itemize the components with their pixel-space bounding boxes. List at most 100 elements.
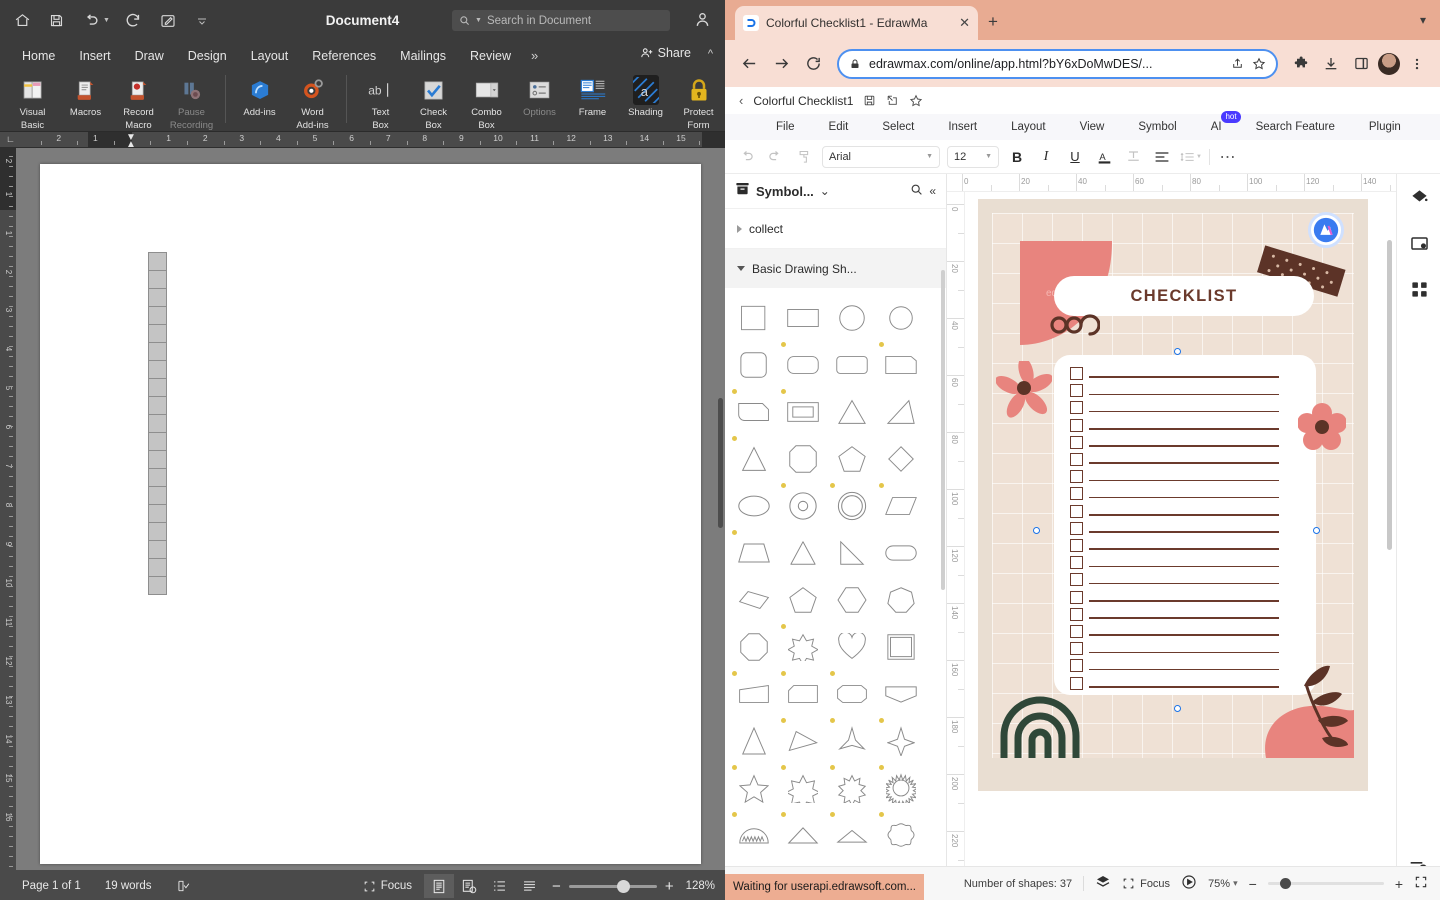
checkbox-form-field[interactable] bbox=[148, 558, 167, 577]
edit-mode-icon[interactable] bbox=[158, 11, 178, 31]
macros-button[interactable]: Macros bbox=[59, 73, 112, 118]
chevron-down-icon[interactable]: ▾ bbox=[1420, 13, 1426, 27]
octagon-rect-shape[interactable] bbox=[827, 670, 876, 717]
tab-layout[interactable]: Layout bbox=[239, 46, 301, 66]
frame-button[interactable]: Frame bbox=[566, 73, 619, 118]
checklist-checkbox[interactable] bbox=[1070, 419, 1083, 432]
apps-grid-icon[interactable] bbox=[1397, 266, 1440, 312]
customize-toolbar-icon[interactable] bbox=[192, 11, 212, 31]
checklist-row[interactable] bbox=[1070, 539, 1279, 552]
checklist-row[interactable] bbox=[1070, 453, 1279, 466]
triangle-rounded-shape[interactable] bbox=[778, 529, 827, 576]
format-painter-icon[interactable] bbox=[793, 146, 815, 168]
forward-arrow-icon[interactable] bbox=[767, 50, 795, 78]
checklist-checkbox[interactable] bbox=[1070, 401, 1083, 414]
checklist-row[interactable] bbox=[1070, 367, 1279, 380]
menu-edit[interactable]: Edit bbox=[812, 121, 866, 133]
word-horizontal-ruler[interactable]: ∟ ▼ ▲ 21123456789101112131415 bbox=[0, 132, 725, 148]
checklist-checkbox[interactable] bbox=[1070, 367, 1083, 380]
edraw-zoom-in[interactable]: + bbox=[1395, 876, 1403, 892]
menu-view[interactable]: View bbox=[1063, 121, 1122, 133]
checklist-row[interactable] bbox=[1070, 436, 1279, 449]
checkbox-form-field[interactable] bbox=[148, 540, 167, 559]
undo-icon[interactable] bbox=[735, 146, 757, 168]
pentagon-2-shape[interactable] bbox=[778, 576, 827, 623]
library-item-collect[interactable]: collect bbox=[725, 208, 946, 248]
avatar[interactable] bbox=[1378, 53, 1400, 75]
visual-basic-button[interactable]: Visual Basic bbox=[6, 73, 59, 131]
more-options-icon[interactable]: ⋯ bbox=[1217, 146, 1239, 168]
checklist-write-line[interactable] bbox=[1089, 376, 1279, 378]
checklist-checkbox[interactable] bbox=[1070, 522, 1083, 535]
ring-shape[interactable] bbox=[827, 482, 876, 529]
rounded-rectangle-shape[interactable] bbox=[778, 341, 827, 388]
selection-handle-left[interactable] bbox=[1033, 527, 1040, 534]
checkbox-form-field[interactable] bbox=[148, 252, 167, 271]
menu-select[interactable]: Select bbox=[865, 121, 931, 133]
trapezoid-shape[interactable] bbox=[729, 529, 778, 576]
pink-daisy-flower[interactable] bbox=[996, 361, 1052, 419]
edraw-zoom-out[interactable]: − bbox=[1249, 876, 1257, 892]
zoom-in-button[interactable]: + bbox=[665, 878, 674, 895]
word-page[interactable] bbox=[40, 164, 701, 864]
checkbox-form-field[interactable] bbox=[148, 360, 167, 379]
font-size-select[interactable]: 12 ▼ bbox=[947, 146, 999, 168]
circle-shape[interactable] bbox=[827, 294, 876, 341]
rhombus-shape[interactable] bbox=[729, 576, 778, 623]
tab-references[interactable]: References bbox=[300, 46, 388, 66]
font-family-select[interactable]: Arial ▼ bbox=[822, 146, 940, 168]
ellipse-circle-shape[interactable] bbox=[876, 294, 925, 341]
favorite-star-icon[interactable] bbox=[909, 94, 923, 108]
checklist-write-line[interactable] bbox=[1089, 394, 1279, 396]
right-triangle-shape[interactable] bbox=[876, 388, 925, 435]
combo-box-button[interactable]: Combo Box bbox=[460, 73, 513, 131]
checkbox-form-field[interactable] bbox=[148, 396, 167, 415]
artboard[interactable]: edrawsoft bbox=[978, 199, 1368, 791]
checklist-checkbox[interactable] bbox=[1070, 573, 1083, 586]
checkbox-form-field[interactable] bbox=[148, 450, 167, 469]
panel-scrollbar[interactable] bbox=[941, 270, 945, 590]
tab-review[interactable]: Review bbox=[458, 46, 523, 66]
checklist-checkbox[interactable] bbox=[1070, 539, 1083, 552]
octagon-shape[interactable] bbox=[729, 623, 778, 670]
protect-form-button[interactable]: Protect Form bbox=[672, 73, 725, 131]
checklist-row[interactable] bbox=[1070, 419, 1279, 432]
checklist-write-line[interactable] bbox=[1089, 548, 1279, 550]
edrawmax-logo-icon[interactable] bbox=[1308, 212, 1344, 248]
edraw-zoom-slider[interactable] bbox=[1268, 882, 1384, 885]
checkbox-form-field[interactable] bbox=[148, 576, 167, 595]
isoceles-triangle-shape[interactable] bbox=[729, 435, 778, 482]
checkbox-form-field[interactable] bbox=[148, 414, 167, 433]
checklist-row[interactable] bbox=[1070, 487, 1279, 500]
checkbox-form-field[interactable] bbox=[148, 342, 167, 361]
six-point-star-shape[interactable] bbox=[778, 764, 827, 811]
low-arch-shape[interactable] bbox=[827, 811, 876, 858]
new-tab-button[interactable]: + bbox=[988, 12, 998, 32]
checklist-checkbox[interactable] bbox=[1070, 625, 1083, 638]
cloud-gear-shape[interactable] bbox=[876, 811, 925, 858]
add-ins-button[interactable]: Add-ins bbox=[233, 73, 286, 118]
scalene-triangle-shape[interactable] bbox=[778, 717, 827, 764]
rounded-square-shape[interactable] bbox=[729, 341, 778, 388]
checklist-row[interactable] bbox=[1070, 384, 1279, 397]
font-color-icon[interactable]: A bbox=[1093, 146, 1115, 168]
pink-blob-with-leaves[interactable] bbox=[1242, 648, 1354, 758]
checklist-write-line[interactable] bbox=[1089, 583, 1279, 585]
search-icon[interactable] bbox=[910, 183, 923, 199]
heart-shape[interactable] bbox=[827, 623, 876, 670]
checklist-write-line[interactable] bbox=[1089, 634, 1279, 636]
save-icon[interactable] bbox=[863, 94, 876, 107]
sunburst-shape[interactable] bbox=[876, 764, 925, 811]
view-web-layout[interactable] bbox=[454, 874, 484, 898]
collapse-panel-icon[interactable]: « bbox=[929, 184, 936, 198]
undo-icon[interactable] bbox=[80, 11, 100, 31]
checkbox-form-field[interactable] bbox=[148, 324, 167, 343]
text-box-button[interactable]: ab Text Box bbox=[354, 73, 407, 131]
checklist-row[interactable] bbox=[1070, 505, 1279, 518]
align-left-icon[interactable] bbox=[1151, 146, 1173, 168]
checklist-row[interactable] bbox=[1070, 556, 1279, 569]
tab-home[interactable]: Home bbox=[10, 46, 67, 66]
triangle-shape[interactable] bbox=[827, 388, 876, 435]
close-tab-icon[interactable]: ✕ bbox=[959, 15, 970, 31]
account-icon[interactable] bbox=[693, 10, 713, 30]
